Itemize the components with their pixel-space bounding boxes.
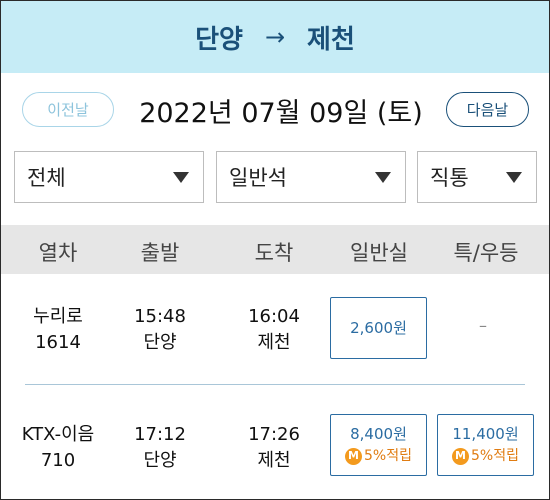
arrive-cell: 17:26 제천	[229, 422, 319, 474]
date-navigation: 이전날 2022년 07월 09일 (토) 다음날	[1, 73, 549, 145]
header-depart: 출발	[140, 241, 180, 265]
arrive-time: 17:26	[248, 424, 300, 445]
general-price: 8,400원	[350, 425, 407, 443]
train-name: KTX-이음	[21, 424, 95, 445]
arrow-right-icon: →	[264, 23, 286, 51]
train-type-select[interactable]: 전체	[14, 151, 204, 203]
arrive-station: 제천	[257, 332, 291, 353]
route-type-value: 직통	[430, 166, 469, 190]
header-train: 열차	[38, 241, 78, 265]
mileage-label: M 5%적립	[452, 445, 519, 467]
depart-cell: 15:48 단양	[115, 304, 205, 356]
arrive-time: 16:04	[248, 306, 300, 327]
mileage-m-icon: M	[452, 447, 469, 465]
seat-class-value: 일반석	[229, 166, 287, 190]
depart-time: 17:12	[134, 424, 186, 445]
route-header: 단양 → 제천	[1, 1, 549, 73]
dropdown-caret-icon	[506, 172, 522, 183]
train-number: 710	[40, 450, 76, 471]
header-arrive: 도착	[254, 241, 294, 265]
general-price: 2,600원	[350, 319, 407, 337]
train-cell: 누리로 1614	[13, 304, 103, 356]
depart-station: 단양	[143, 450, 177, 471]
table-header: 열차 출발 도착 일반실 특/우등	[1, 225, 549, 274]
prev-day-button[interactable]: 이전날	[22, 92, 114, 127]
train-number: 1614	[35, 332, 81, 353]
selected-date: 2022년 07월 09일 (토)	[139, 98, 423, 129]
special-price-button[interactable]: 11,400원 M 5%적립	[437, 414, 534, 476]
special-price: 11,400원	[452, 425, 519, 443]
filter-bar: 전체 일반석 직통	[1, 145, 549, 215]
dropdown-caret-icon	[375, 172, 391, 183]
dropdown-caret-icon	[173, 172, 189, 183]
mileage-label: M 5%적립	[345, 445, 412, 467]
table-row[interactable]: 누리로 1614 15:48 단양 16:04 제천 2,600원 –	[1, 274, 549, 384]
mileage-text: 5%적립	[471, 448, 519, 464]
header-special: 특/우등	[453, 241, 519, 265]
depart-station: 단양	[143, 332, 177, 353]
next-day-button[interactable]: 다음날	[446, 92, 529, 127]
header-general: 일반실	[350, 241, 408, 265]
depart-cell: 17:12 단양	[115, 422, 205, 474]
general-price-button[interactable]: 8,400원 M 5%적립	[330, 414, 427, 476]
train-cell: KTX-이음 710	[7, 422, 109, 474]
arrive-station: 제천	[257, 450, 291, 471]
general-price-button[interactable]: 2,600원	[330, 297, 427, 359]
origin-station: 단양	[195, 24, 243, 55]
route-type-select[interactable]: 직통	[417, 151, 537, 203]
arrive-cell: 16:04 제천	[229, 304, 319, 356]
mileage-m-icon: M	[345, 447, 362, 465]
app-frame: 단양 → 제천 이전날 2022년 07월 09일 (토) 다음날 전체 일반석…	[0, 0, 550, 500]
seat-class-select[interactable]: 일반석	[216, 151, 406, 203]
destination-station: 제천	[307, 24, 355, 55]
table-row[interactable]: KTX-이음 710 17:12 단양 17:26 제천 8,400원 M 5%…	[1, 385, 549, 499]
mileage-text: 5%적립	[364, 448, 412, 464]
train-name: 누리로	[33, 306, 83, 327]
special-price-unavailable: –	[479, 316, 487, 335]
train-type-value: 전체	[27, 166, 66, 190]
depart-time: 15:48	[134, 306, 186, 327]
